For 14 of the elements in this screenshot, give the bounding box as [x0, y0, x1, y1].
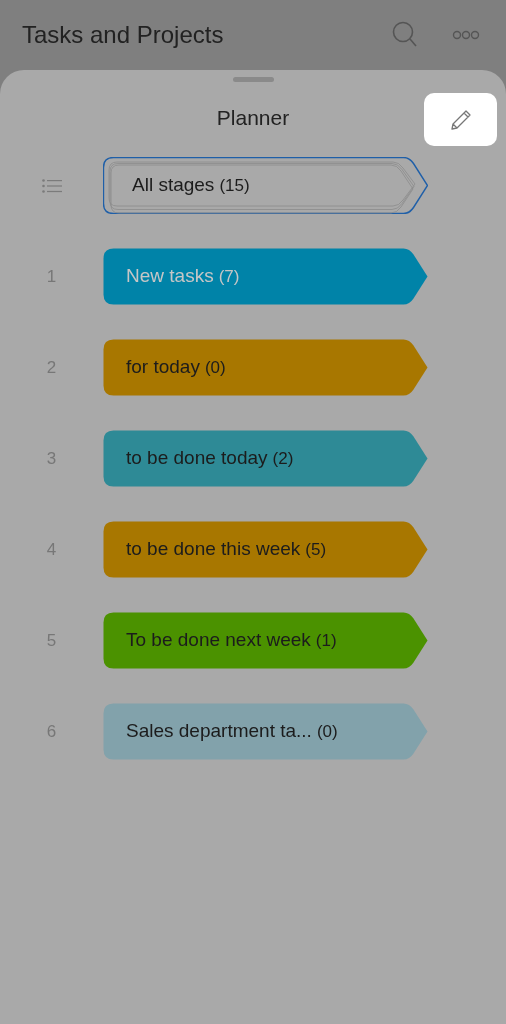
stage-tag[interactable]: to be done today (2) — [103, 430, 428, 487]
more-icon[interactable] — [452, 30, 480, 40]
stage-tag[interactable]: for today (0) — [103, 339, 428, 396]
stage-tag[interactable]: to be done this week (5) — [103, 521, 428, 578]
list-icon — [41, 178, 62, 193]
screen-title: Tasks and Projects — [22, 20, 225, 50]
sheet-title: Planner — [216, 105, 290, 132]
drag-handle[interactable] — [233, 77, 274, 82]
edit-button[interactable] — [424, 93, 497, 146]
stage-tag[interactable]: New tasks (7) — [103, 248, 428, 305]
stage-tag[interactable]: Sales department ta... (0) — [103, 703, 428, 760]
stage-tag[interactable]: All stages (15) — [103, 157, 428, 214]
search-icon[interactable] — [392, 21, 418, 49]
stage-tag[interactable]: To be done next week (1) — [103, 612, 428, 669]
